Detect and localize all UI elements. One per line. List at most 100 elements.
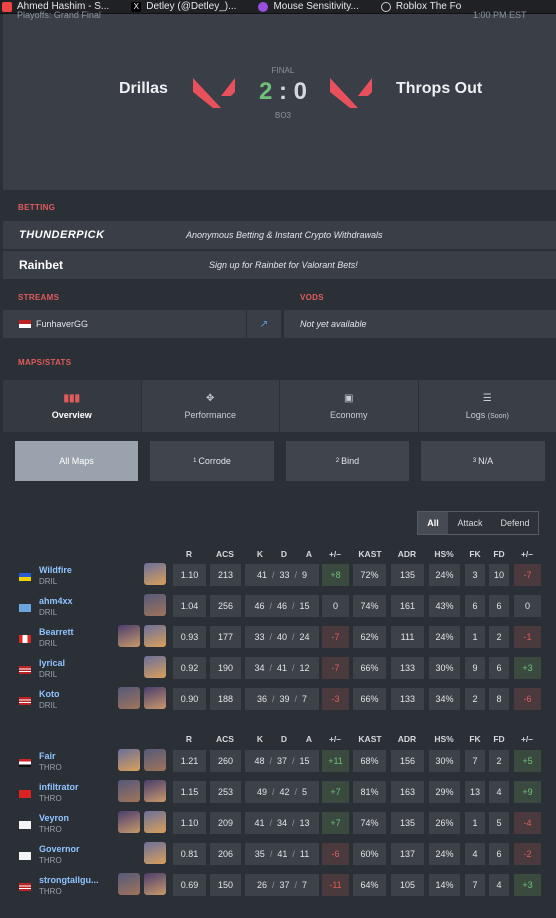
stat-cell: 24% (429, 626, 460, 648)
stat-kills: 41 (254, 818, 265, 828)
map-2[interactable]: 2 Bind (286, 441, 409, 481)
x-logo-icon: X (131, 1, 142, 12)
stat-cell: 29% (429, 781, 460, 803)
stat-cell: 41 / 33 / 9 (245, 564, 319, 586)
player-row: Fair THRO 1.21 260 48 / 37 / 15 +11 68% 156 30% 7 2 +5 (0, 748, 556, 776)
stat-cell: 150 (210, 874, 241, 896)
stat-cell: 5 (489, 812, 509, 834)
player-name[interactable]: Wildfire (39, 565, 72, 575)
bookmark-2[interactable]: X Detley (@Detley_)... (129, 1, 236, 12)
stat-cell: 213 (210, 564, 241, 586)
stat-assists: 9 (302, 570, 308, 580)
side-attack[interactable]: Attack (448, 512, 492, 534)
stat-cell: 0.90 (173, 688, 206, 710)
stream-item[interactable]: FunhaverGG (3, 310, 246, 338)
match-time: 1:00 PM EST (473, 10, 527, 20)
player-team: THRO (39, 856, 62, 865)
external-link-icon[interactable]: ↗ (247, 310, 281, 338)
stat-sep: / (292, 632, 295, 642)
agent-icon (118, 873, 140, 895)
stat-cell: 206 (210, 843, 241, 865)
column-header: KAST (358, 734, 382, 744)
country-flag-icon (19, 604, 31, 612)
country-flag-icon (19, 666, 31, 674)
stat-cell: 48 / 37 / 15 (245, 750, 319, 772)
side-defend[interactable]: Defend (492, 512, 538, 534)
bookmark-3[interactable]: Mouse Sensitivity... (256, 1, 359, 12)
map-3[interactable]: 3 N/A (421, 441, 545, 481)
list-icon: ☰ (482, 392, 492, 404)
player-name[interactable]: ahm4xx (39, 596, 73, 606)
stat-cell: 74% (353, 812, 386, 834)
tab-logs[interactable]: ☰ Logs (Soon) (419, 380, 556, 432)
stat-assists: 24 (299, 632, 310, 642)
betting-row-thunderpick[interactable]: THUNDERPICK Anonymous Betting & Instant … (3, 221, 556, 249)
stat-cell: 163 (391, 781, 424, 803)
stat-cell: 111 (391, 626, 424, 648)
player-name[interactable]: Koto (39, 689, 60, 699)
stat-assists: 11 (299, 849, 310, 859)
stat-cell: -7 (322, 626, 349, 648)
stat-cell: 72% (353, 564, 386, 586)
player-row: lyrical DRIL 0.92 190 34 / 41 / 12 -7 66% 133 30% 9 6 +… (0, 655, 556, 683)
stat-cell: -6 (514, 688, 541, 710)
stat-cell: 209 (210, 812, 241, 834)
stat-cell: 34 / 41 / 12 (245, 657, 319, 679)
player-name[interactable]: Governor (39, 844, 80, 854)
agent-icon (118, 749, 140, 771)
stat-cell: 30% (429, 750, 460, 772)
match-header: Playoffs: Grand Final 1:00 PM EST Drilla… (3, 10, 556, 190)
player-name[interactable]: Bearrett (39, 627, 74, 637)
stat-cell: 10 (489, 564, 509, 586)
stat-cell: +7 (322, 812, 349, 834)
player-name[interactable]: lyrical (39, 658, 65, 668)
stat-cell: 24% (429, 564, 460, 586)
column-header: R (185, 734, 193, 744)
player-name[interactable]: strongtallgu... (39, 875, 99, 885)
stat-kills: 41 (256, 570, 267, 580)
team2-name[interactable]: Throps Out (396, 80, 482, 98)
maps-heading: MAPS/STATS (18, 358, 72, 367)
stat-assists: 7 (302, 694, 308, 704)
stat-cell: 7 (465, 750, 485, 772)
stat-deaths: 33 (279, 570, 290, 580)
rainbet-logo: Rainbet (19, 258, 64, 272)
stat-assists: 15 (299, 601, 310, 611)
betting-row-rainbet[interactable]: Rainbet Sign up for Rainbet for Valorant… (3, 251, 556, 279)
stat-cell: -3 (322, 688, 349, 710)
vods-heading: VODS (300, 293, 324, 302)
bookmark-4[interactable]: Roblox The Fo (379, 1, 461, 12)
tab-economy[interactable]: ▣ Economy (280, 380, 419, 432)
player-team: THRO (39, 887, 62, 896)
stat-kills: 36 (256, 694, 267, 704)
stat-cell: 105 (391, 874, 424, 896)
stat-sep: / (292, 818, 295, 828)
agent-icon (144, 749, 166, 771)
map-all[interactable]: All Maps (15, 441, 138, 481)
stats-tabs: ▮▮▮ Overview ✥ Performance ▣ Economy ☰ Logs … (3, 380, 556, 432)
stat-deaths: 46 (276, 601, 287, 611)
stat-cell: 256 (210, 595, 241, 617)
stat-assists: 5 (302, 787, 308, 797)
team1-logo (193, 78, 235, 108)
stat-sep: / (294, 570, 298, 580)
player-name[interactable]: Fair (39, 751, 56, 761)
stat-assists: 7 (302, 880, 308, 890)
player-name[interactable]: Veyron (39, 813, 69, 823)
stat-cell: 4 (489, 874, 509, 896)
side-all[interactable]: All (418, 512, 448, 534)
stat-cell: 156 (391, 750, 424, 772)
player-row: infiltrator THRO 1.15 253 49 / 42 / 5 +7 81% 163 29%… (0, 779, 556, 807)
agent-icon (144, 811, 166, 833)
map-1[interactable]: 1 Corrode (150, 441, 274, 481)
team1-name[interactable]: Drillas (119, 80, 168, 98)
stat-cell: 133 (391, 657, 424, 679)
column-header: KAST (358, 549, 382, 559)
tab-performance[interactable]: ✥ Performance (142, 380, 280, 432)
stat-cell: 133 (391, 688, 424, 710)
match-score: 2 : 0 (258, 78, 308, 105)
player-name[interactable]: infiltrator (39, 782, 79, 792)
stat-cell: +5 (514, 750, 541, 772)
player-row: Wildfire DRIL 1.10 213 41 / 33 / 9 +8 72% 135 24% 3 10… (0, 562, 556, 590)
tab-overview[interactable]: ▮▮▮ Overview (3, 380, 142, 432)
